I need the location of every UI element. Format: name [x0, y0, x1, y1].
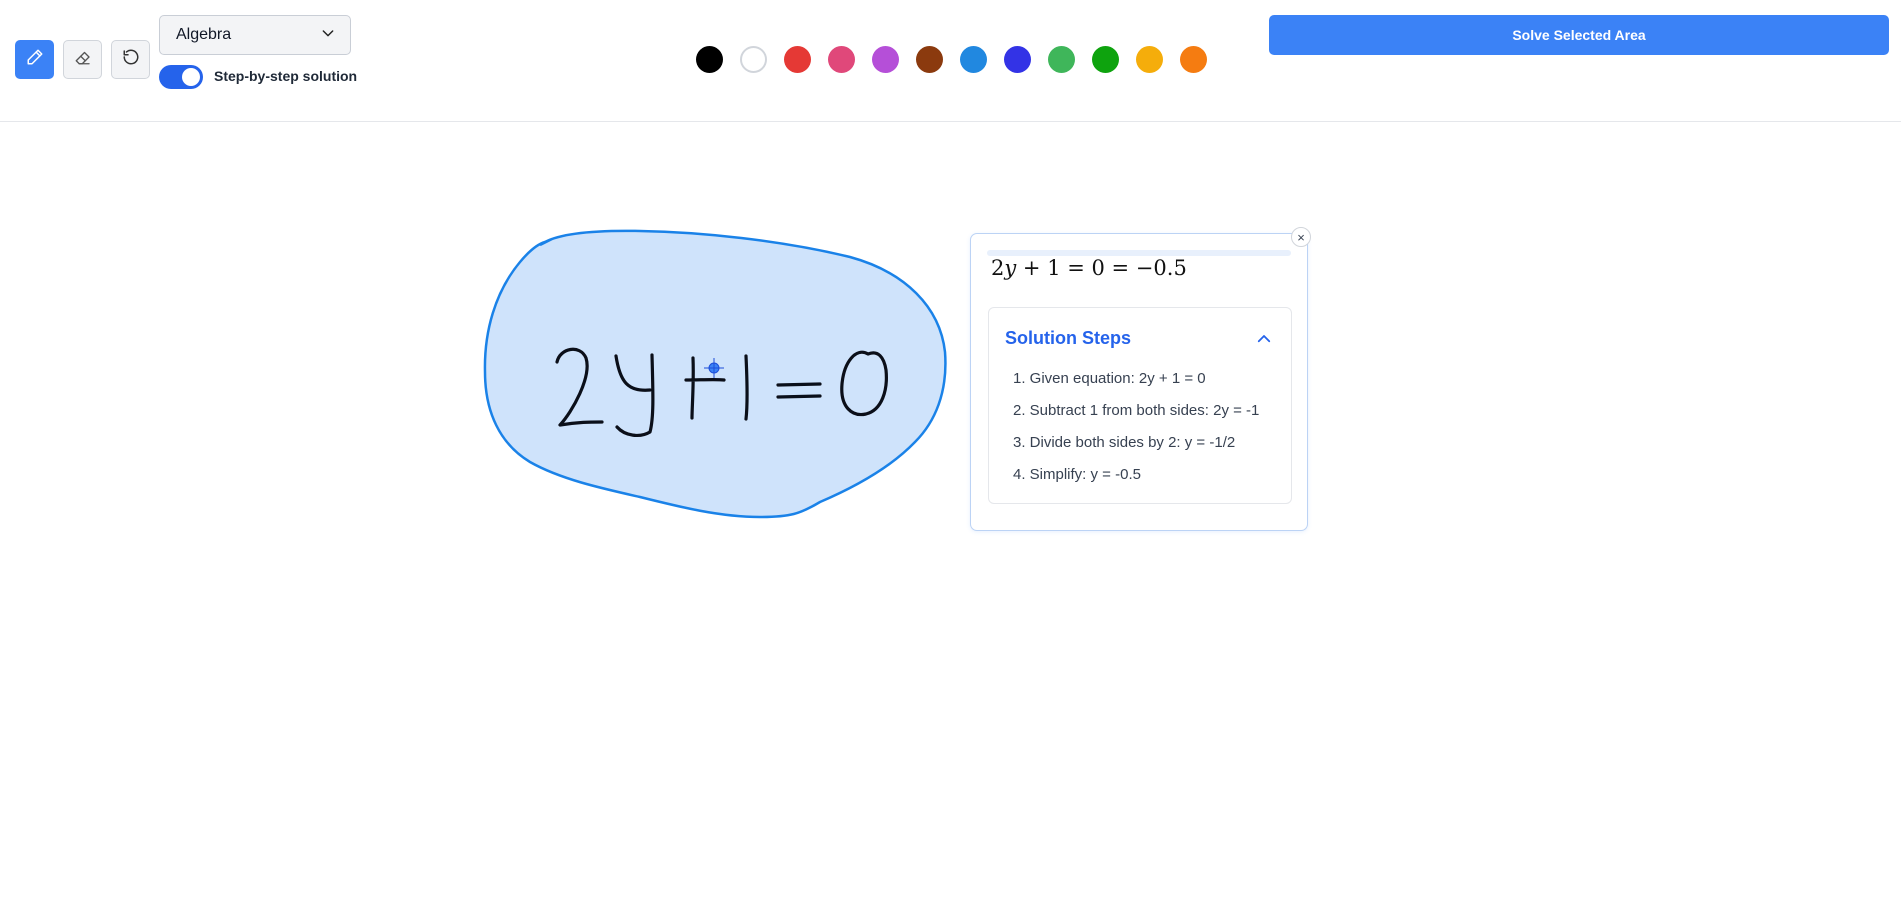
- solution-steps-title: Solution Steps: [1005, 328, 1131, 348]
- step-by-step-toggle[interactable]: [159, 65, 203, 89]
- color-swatch[interactable]: [784, 46, 811, 73]
- solution-step: 3. Divide both sides by 2: y = -1/2: [1013, 434, 1236, 451]
- drawing-canvas[interactable]: [0, 122, 1901, 907]
- result-variable: y: [1004, 256, 1017, 280]
- undo-button[interactable]: [111, 40, 150, 79]
- color-swatch[interactable]: [1180, 46, 1207, 73]
- color-swatch[interactable]: [1136, 46, 1163, 73]
- toggle-knob: [182, 68, 200, 86]
- result-rest: + 1 = 0 = −0.5: [1016, 256, 1187, 280]
- handwritten-1: [744, 354, 749, 421]
- solution-step: 4. Simplify: y = -0.5: [1013, 466, 1141, 483]
- solution-panel: 2y + 1 = 0 = −0.5 Solution Steps 1. Give…: [970, 233, 1308, 531]
- subject-select[interactable]: Algebra: [159, 15, 351, 55]
- pencil-icon: [26, 48, 44, 71]
- eraser-icon: [74, 48, 92, 71]
- color-swatch[interactable]: [1092, 46, 1119, 73]
- toolbar: Algebra Step-by-step solution Solve Sele…: [0, 0, 1901, 122]
- result-expression: 2y + 1 = 0 = −0.5: [991, 256, 1187, 280]
- subject-select-value: Algebra: [176, 26, 232, 43]
- step-by-step-label: Step-by-step solution: [214, 68, 358, 84]
- color-swatch[interactable]: [960, 46, 987, 73]
- close-panel-button[interactable]: ×: [1291, 227, 1311, 247]
- chevron-down-icon: [320, 25, 336, 46]
- undo-icon: [122, 48, 140, 71]
- solution-step: 2. Subtract 1 from both sides: 2y = -1: [1013, 402, 1260, 419]
- color-swatch[interactable]: [872, 46, 899, 73]
- color-swatch[interactable]: [1048, 46, 1075, 73]
- close-icon: ×: [1297, 229, 1305, 245]
- solve-selected-area-button[interactable]: Solve Selected Area: [1269, 15, 1889, 55]
- pen-tool-button[interactable]: [15, 40, 54, 79]
- solution-step: 1. Given equation: 2y + 1 = 0: [1013, 370, 1206, 387]
- color-swatch[interactable]: [696, 46, 723, 73]
- color-swatch[interactable]: [1004, 46, 1031, 73]
- color-swatch[interactable]: [916, 46, 943, 73]
- color-swatch[interactable]: [740, 46, 767, 73]
- color-swatch[interactable]: [828, 46, 855, 73]
- result-coefficient: 2: [991, 256, 1005, 280]
- chevron-up-icon[interactable]: [1255, 330, 1273, 348]
- eraser-tool-button[interactable]: [63, 40, 102, 79]
- selection-lasso: [483, 229, 947, 519]
- solution-steps-card: Solution Steps 1. Given equation: 2y + 1…: [988, 307, 1292, 504]
